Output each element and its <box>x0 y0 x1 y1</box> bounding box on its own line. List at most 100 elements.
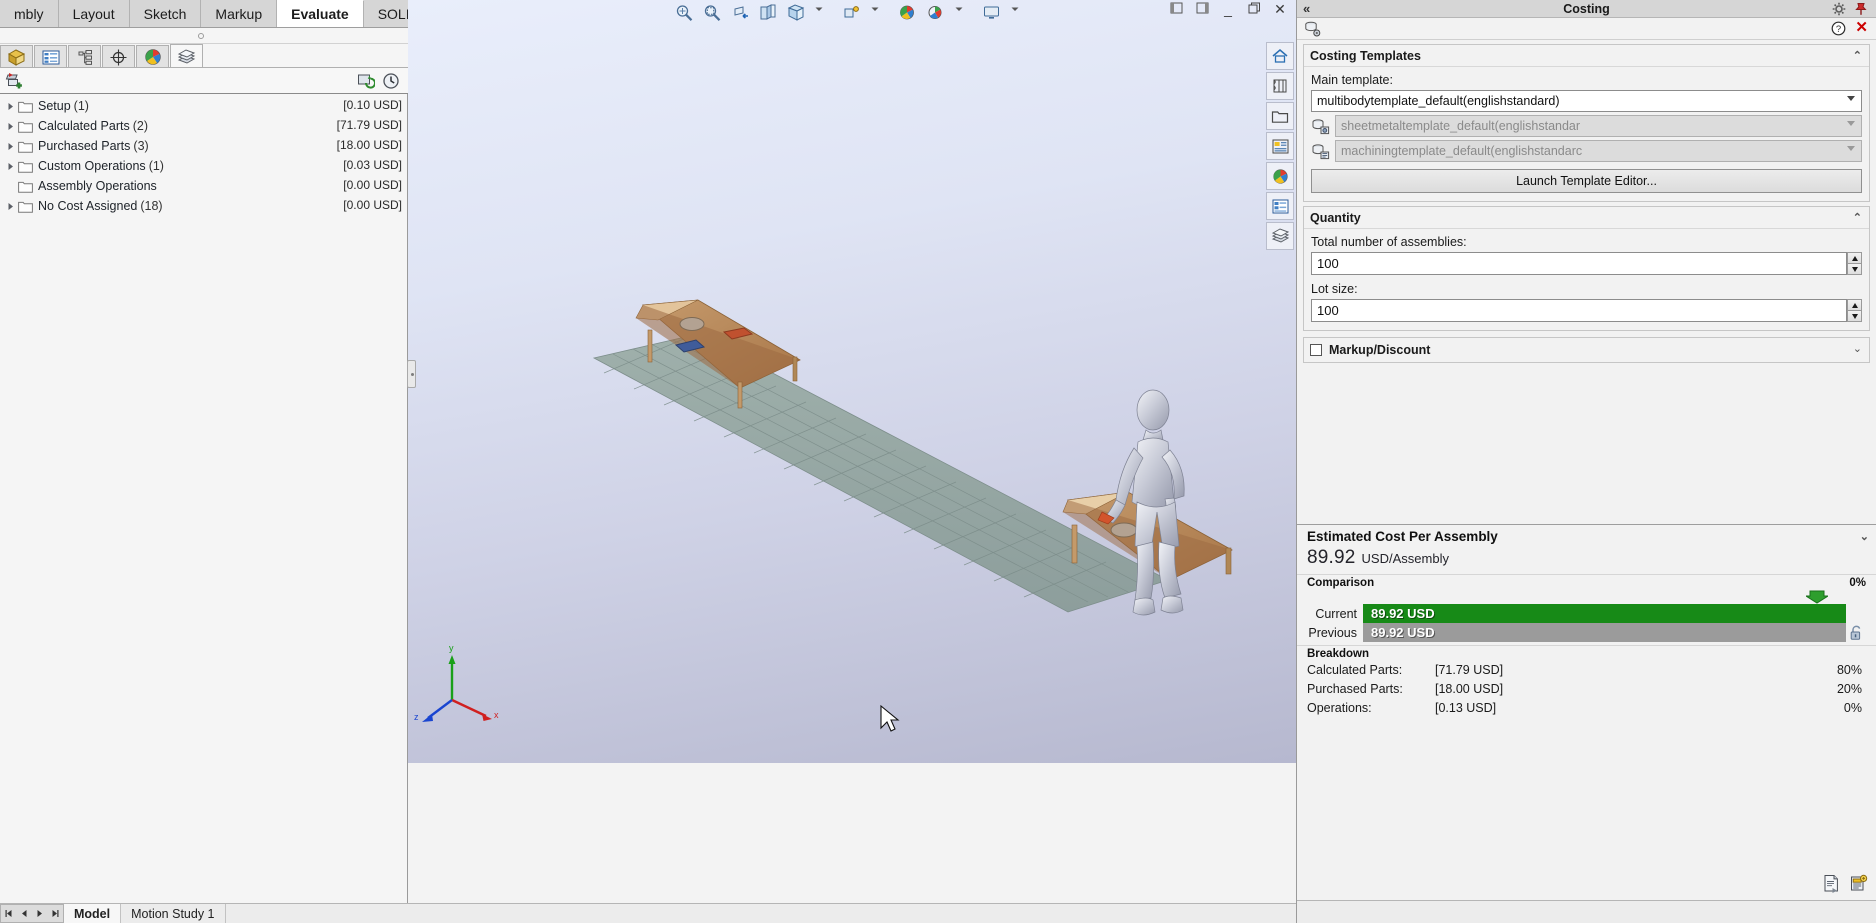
orientation-triad: y x z <box>414 643 499 722</box>
prev-tab-icon[interactable] <box>20 909 28 918</box>
comparison-row-label: Previous <box>1308 625 1357 640</box>
tree-row-no-cost-assigned[interactable]: No Cost Assigned (18) [0.00 USD] <box>0 196 408 216</box>
chevron-down-icon <box>1847 96 1855 101</box>
comparison-bars: Current 89.92 USD Previous 89.92 USD <box>1297 604 1876 642</box>
add-costing-task-icon[interactable] <box>5 71 25 91</box>
cmdtab-label: Markup <box>215 5 263 22</box>
tree-row-cost: [0.10 USD] <box>343 98 402 112</box>
property-list-icon <box>42 50 59 64</box>
down-arrow-icon <box>1806 590 1828 604</box>
tree-row-custom-operations[interactable]: Custom Operations (1) [0.03 USD] <box>0 156 408 176</box>
tree-row-cost: [0.03 USD] <box>343 158 402 172</box>
total-assemblies-input[interactable] <box>1311 252 1847 275</box>
lot-size-input[interactable] <box>1311 299 1847 322</box>
bottom-tab-model[interactable]: Model <box>64 904 122 923</box>
stepper-down-button[interactable] <box>1847 263 1862 275</box>
close-icon[interactable]: ✕ <box>1855 20 1868 35</box>
estimated-cost-footer-icons <box>1822 874 1868 893</box>
costing-templates-body: Main template: multibodytemplate_default… <box>1304 67 1869 201</box>
last-tab-icon[interactable] <box>51 909 59 918</box>
costing-task-pane: « Costing ? ✕ Costing Templates ⌃ Main t… <box>1296 0 1876 923</box>
group-title: Quantity <box>1310 210 1361 225</box>
stepper-up-button[interactable] <box>1847 299 1862 310</box>
cmdtab-layout[interactable]: Layout <box>58 0 130 27</box>
tree-toolbar-right-icons <box>357 72 400 90</box>
costing-options-icon[interactable] <box>1304 21 1321 37</box>
generate-report-icon[interactable] <box>1822 874 1841 893</box>
svg-text:?: ? <box>1836 24 1841 35</box>
pin-dot-icon[interactable] <box>198 33 204 39</box>
bottom-tab-label: Motion Study 1 <box>131 906 215 921</box>
costing-manager-tab[interactable] <box>170 44 203 68</box>
bottom-tab-motion-study-1[interactable]: Motion Study 1 <box>121 904 226 923</box>
costing-tree-toolbar <box>0 68 408 94</box>
costing-templates-header[interactable]: Costing Templates ⌃ <box>1304 45 1869 67</box>
expand-twisty-icon[interactable] <box>4 139 18 153</box>
tab-scroll-arrows[interactable] <box>0 904 64 923</box>
pushpin-icon[interactable] <box>1854 2 1868 16</box>
chevron-up-icon[interactable]: ⌃ <box>1853 49 1862 62</box>
machining-template-value: machiningtemplate_default(englishstandar… <box>1341 144 1583 158</box>
chevron-up-icon[interactable]: ⌃ <box>1853 211 1862 224</box>
chevron-down-icon <box>1847 121 1855 126</box>
panel-splitter-handle[interactable] <box>407 360 416 388</box>
refresh-costing-icon[interactable] <box>357 72 376 90</box>
main-template-combo[interactable]: multibodytemplate_default(englishstandar… <box>1311 90 1862 112</box>
expand-twisty-icon[interactable] <box>4 99 18 113</box>
property-manager-tab[interactable] <box>34 45 67 68</box>
chevron-down-icon[interactable]: ⌄ <box>1853 342 1862 355</box>
launch-template-editor-button[interactable]: Launch Template Editor... <box>1311 169 1862 193</box>
cmdtab-evaluate[interactable]: Evaluate <box>277 0 364 27</box>
cmdtab-label: Evaluate <box>291 6 349 22</box>
configuration-manager-tab[interactable] <box>68 45 101 68</box>
tree-row-setup[interactable]: Setup (1) [0.10 USD] <box>0 96 408 116</box>
tree-row-purchased-parts[interactable]: Purchased Parts (3) [18.00 USD] <box>0 136 408 156</box>
cmdtab-assembly[interactable]: mbly <box>0 0 59 27</box>
no-twisty-placeholder <box>4 179 18 193</box>
chevron-down-icon[interactable]: ⌄ <box>1860 530 1869 543</box>
breakdown-row-operations: Operations: [0.13 USD] 0% <box>1297 698 1876 717</box>
double-chevron-left-icon[interactable]: « <box>1303 1 1310 16</box>
sheetmetal-template-combo[interactable]: sheetmetaltemplate_default(englishstanda… <box>1335 115 1862 137</box>
caret-up-icon <box>1851 255 1858 261</box>
markup-discount-header[interactable]: Markup/Discount ⌄ <box>1304 338 1869 362</box>
quantity-body: Total number of assemblies: Lot size: <box>1304 229 1869 330</box>
cost-history-icon[interactable] <box>382 72 400 90</box>
unlock-icon[interactable] <box>1846 625 1866 641</box>
quantity-header[interactable]: Quantity ⌃ <box>1304 207 1869 229</box>
help-icon[interactable]: ? <box>1831 21 1846 36</box>
dimxpert-manager-tab[interactable] <box>102 45 135 68</box>
cost-estimate-template-icon[interactable] <box>1849 874 1868 893</box>
gear-icon[interactable] <box>1832 2 1846 16</box>
cornhole-assembly-3d-model[interactable]: y x z <box>408 0 1296 763</box>
costing-stack-icon <box>177 48 196 64</box>
expand-twisty-icon[interactable] <box>4 199 18 213</box>
cmdtab-sketch[interactable]: Sketch <box>129 0 202 27</box>
estimated-cost-value-row: 89.92 USD/Assembly <box>1297 547 1876 569</box>
folder-icon <box>18 120 33 133</box>
display-manager-tab[interactable] <box>136 45 169 68</box>
tree-row-assembly-operations[interactable]: Assembly Operations [0.00 USD] <box>0 176 408 196</box>
stepper-down-button[interactable] <box>1847 310 1862 322</box>
tree-row-cost: [71.79 USD] <box>336 118 402 132</box>
estimated-cost-header[interactable]: Estimated Cost Per Assembly ⌄ <box>1297 525 1876 547</box>
stepper-up-button[interactable] <box>1847 252 1862 263</box>
markup-discount-group: Markup/Discount ⌄ <box>1303 337 1870 363</box>
tree-row-calculated-parts[interactable]: Calculated Parts (2) [71.79 USD] <box>0 116 408 136</box>
markup-discount-checkbox[interactable] <box>1310 344 1322 356</box>
markup-discount-label: Markup/Discount <box>1329 343 1431 357</box>
main-template-label: Main template: <box>1311 73 1393 87</box>
cmdtab-markup[interactable]: Markup <box>201 0 278 27</box>
expand-twisty-icon[interactable] <box>4 159 18 173</box>
command-manager-tabbar: mbly Layout Sketch Markup Evaluate SOLID… <box>0 0 539 28</box>
estimated-cost-title: Estimated Cost Per Assembly <box>1307 528 1498 544</box>
feature-manager-design-tree-tab[interactable] <box>0 45 33 68</box>
cmdtab-label: Layout <box>72 5 115 22</box>
graphics-viewport[interactable]: _ ✕ y x z <box>408 0 1296 763</box>
expand-twisty-icon[interactable] <box>4 119 18 133</box>
first-tab-icon[interactable] <box>5 909 13 918</box>
machining-template-combo[interactable]: machiningtemplate_default(englishstandar… <box>1335 140 1862 162</box>
next-tab-icon[interactable] <box>36 909 44 918</box>
sheetmetal-template-row: sheetmetaltemplate_default(englishstanda… <box>1311 115 1862 137</box>
tree-row-cost: [0.00 USD] <box>343 178 402 192</box>
